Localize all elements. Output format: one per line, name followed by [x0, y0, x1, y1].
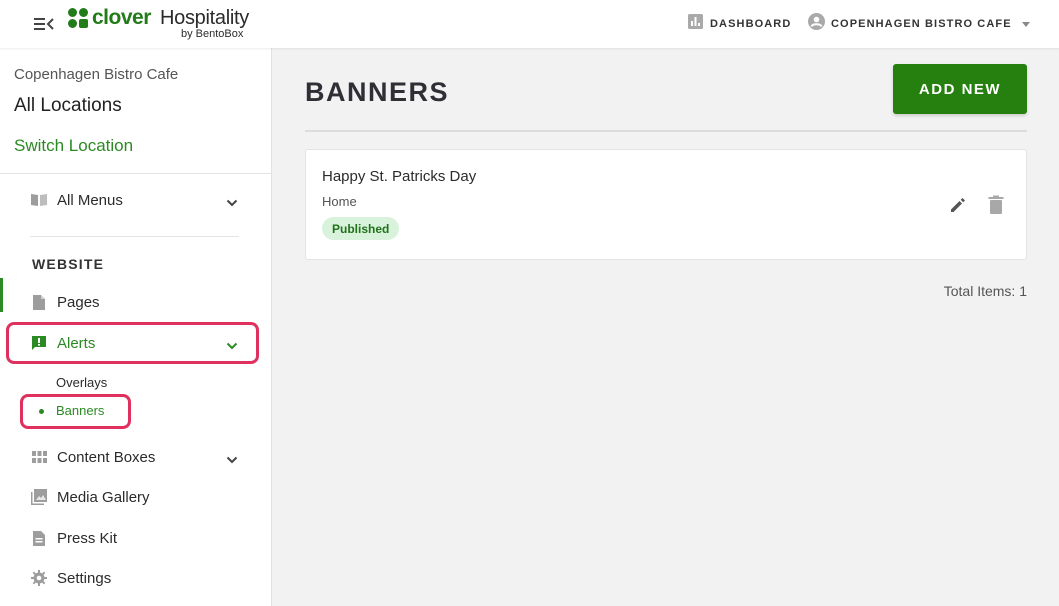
title-divider	[305, 130, 1027, 132]
grid-icon	[30, 448, 48, 466]
org-name: Copenhagen Bistro Cafe	[14, 66, 179, 83]
status-badge: Published	[322, 217, 400, 240]
sidebar-item-all-menus[interactable]: All Menus	[30, 188, 240, 212]
chevron-down-icon	[226, 194, 238, 212]
sidebar-subitem-overlays[interactable]: Overlays	[56, 375, 107, 390]
sidebar-item-content-boxes[interactable]: Content Boxes	[30, 445, 240, 469]
account-circle-icon	[808, 13, 825, 35]
sidebar-divider	[0, 173, 271, 174]
sidebar-item-media-gallery[interactable]: Media Gallery	[30, 485, 240, 509]
gear-icon	[30, 569, 48, 587]
bar-chart-icon	[688, 14, 703, 34]
sidebar-item-label: Press Kit	[57, 529, 118, 547]
logo-byline: by BentoBox	[181, 28, 244, 40]
menu-collapse-icon[interactable]	[34, 15, 54, 33]
location-switcher[interactable]: COPENHAGEN BISTRO CAFE	[808, 13, 1030, 35]
sidebar: Copenhagen Bistro Cafe All Locations Swi…	[0, 48, 272, 606]
sidebar-subdivider	[30, 236, 239, 237]
sidebar-item-label: Settings	[57, 569, 112, 587]
gallery-icon	[30, 488, 48, 506]
sidebar-item-label: Pages	[57, 293, 100, 311]
banner-title: Happy St. Patricks Day	[322, 168, 477, 185]
page-icon	[30, 293, 48, 311]
alert-icon	[30, 334, 48, 352]
document-icon	[30, 529, 48, 547]
sidebar-item-label: Alerts	[57, 334, 96, 352]
banner-page: Home	[322, 194, 357, 209]
sidebar-subitem-banners[interactable]: Banners	[56, 403, 104, 418]
chevron-down-icon	[226, 337, 238, 355]
edit-icon[interactable]	[948, 195, 968, 215]
sidebar-item-settings[interactable]: Settings	[30, 566, 240, 590]
logo-wordmark: clover	[92, 6, 151, 29]
sidebar-item-press-kit[interactable]: Press Kit	[30, 526, 240, 550]
sidebar-item-label: All Menus	[57, 191, 123, 209]
current-location: All Locations	[14, 95, 122, 116]
active-dot	[39, 409, 44, 414]
caret-down-icon	[1021, 21, 1030, 27]
sidebar-item-label: Media Gallery	[57, 488, 150, 506]
logo-wordmark-secondary: Hospitality	[160, 7, 249, 29]
active-section-marker	[0, 278, 3, 312]
sidebar-item-pages[interactable]: Pages	[30, 290, 240, 314]
page-title: BANNERS	[305, 77, 450, 107]
section-title-website: WEBSITE	[32, 256, 105, 272]
total-items: Total Items: 1	[943, 283, 1027, 299]
add-new-button[interactable]: ADD NEW	[893, 64, 1027, 114]
chevron-down-icon	[226, 451, 238, 469]
sidebar-item-alerts[interactable]: Alerts	[30, 331, 240, 355]
dashboard-link[interactable]: DASHBOARD	[688, 14, 792, 34]
sidebar-item-label: Content Boxes	[57, 448, 156, 466]
trash-icon[interactable]	[987, 195, 1005, 215]
switch-location-link[interactable]: Switch Location	[14, 136, 133, 156]
top-bar: clover Hospitality by BentoBox DASHBOARD…	[0, 0, 1059, 48]
dashboard-label: DASHBOARD	[710, 18, 792, 30]
book-icon	[30, 191, 48, 209]
clover-logo-icon	[67, 7, 89, 34]
banner-card[interactable]: Happy St. Patricks Day Home Published	[305, 149, 1027, 260]
location-label: COPENHAGEN BISTRO CAFE	[831, 18, 1012, 30]
